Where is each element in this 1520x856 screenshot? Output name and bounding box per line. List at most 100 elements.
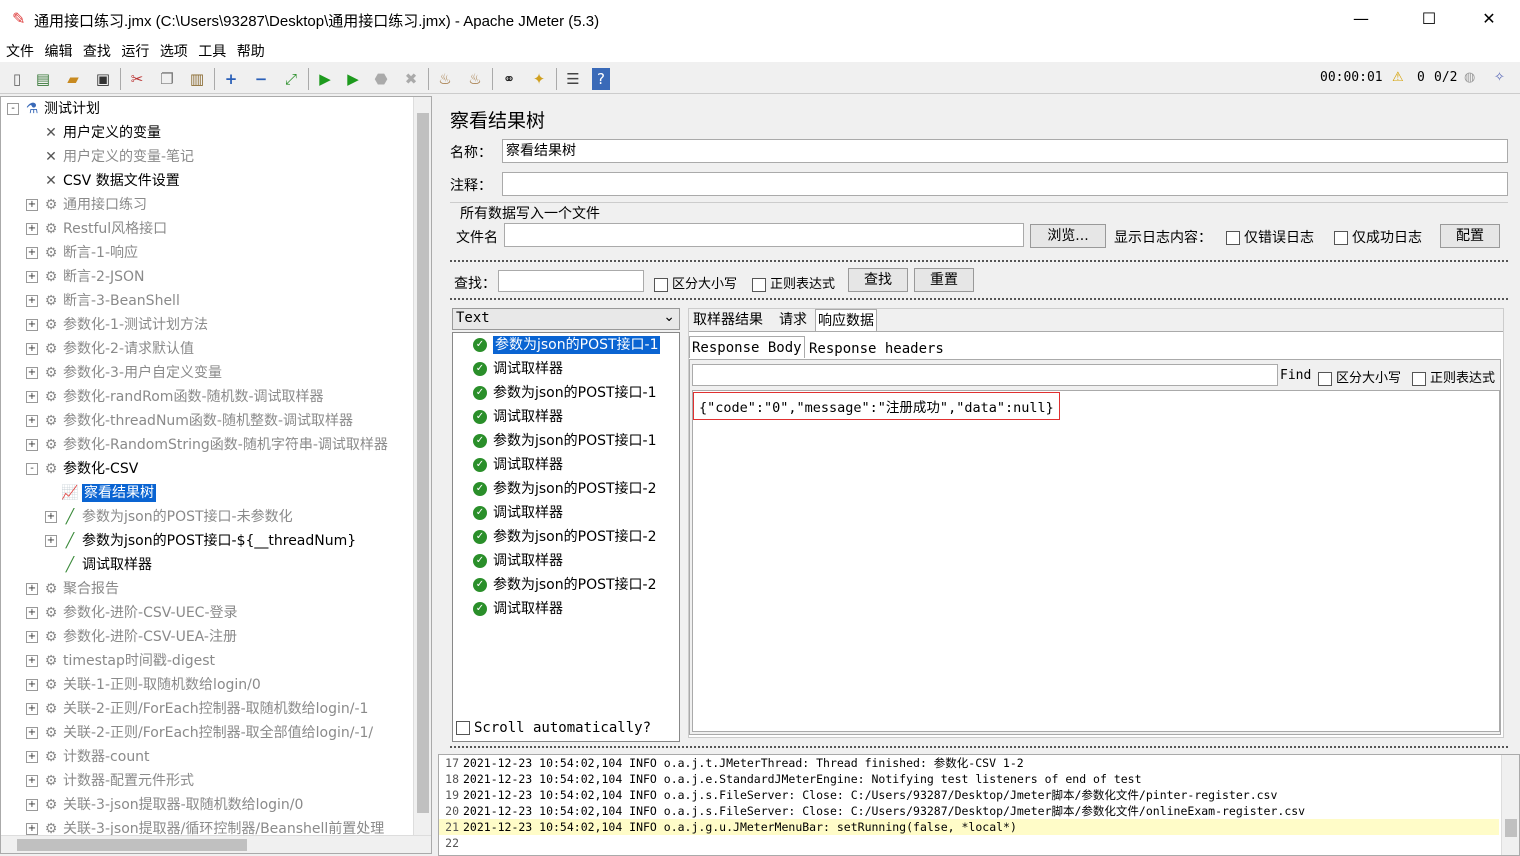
toggle-icon[interactable]: ⤢ xyxy=(280,68,302,90)
tree-toggle-icon[interactable]: + xyxy=(26,199,38,211)
menu-search[interactable]: 查找 xyxy=(77,38,111,61)
result-item[interactable]: ✓ 调试取样器 xyxy=(473,501,563,525)
tree-node[interactable]: + ⚙ 参数化-threadNum函数-随机整数-调试取样器 xyxy=(26,409,353,433)
result-item[interactable]: ✓ 参数为json的POST接口-2 xyxy=(473,477,656,501)
tree-node[interactable]: - ⚗ 测试计划 xyxy=(7,97,100,121)
tree-node[interactable]: + ⚙ 关联-2-正则/ForEach控制器-取随机数给login/-1 xyxy=(26,697,368,721)
save-icon[interactable]: ▣ xyxy=(92,68,114,90)
tree-toggle-icon[interactable]: + xyxy=(26,247,38,259)
result-item[interactable]: ✓ 调试取样器 xyxy=(473,597,563,621)
expand-icon[interactable]: + xyxy=(220,68,242,90)
tree-toggle-icon[interactable]: + xyxy=(26,727,38,739)
result-item[interactable]: ✓ 参数为json的POST接口-2 xyxy=(473,573,656,597)
configure-button[interactable]: 配置 xyxy=(1440,224,1500,248)
tree-node[interactable]: + ⚙ 计数器-配置元件形式 xyxy=(26,769,194,793)
collapse-icon[interactable]: − xyxy=(250,68,272,90)
tree-toggle-icon[interactable]: + xyxy=(26,319,38,331)
result-item[interactable]: ✓ 参数为json的POST接口-1 xyxy=(473,429,656,453)
response-case-checkbox[interactable]: 区分大小写 xyxy=(1318,367,1401,386)
tree-node[interactable]: + ⚙ 参数化-RandomString函数-随机字符串-调试取样器 xyxy=(26,433,388,457)
browse-button[interactable]: 浏览... xyxy=(1030,224,1106,248)
result-item[interactable]: ✓ 参数为json的POST接口-2 xyxy=(473,525,656,549)
tree-node[interactable]: + ⚙ 断言-1-响应 xyxy=(26,241,138,265)
tree-node[interactable]: + ⚙ 聚合报告 xyxy=(26,577,119,601)
tree-toggle-icon[interactable]: + xyxy=(26,607,38,619)
tree-node[interactable]: + ⚙ 计数器-count xyxy=(26,745,150,769)
tree-node[interactable]: + ⚙ 关联-1-正则-取随机数给login/0 xyxy=(26,673,261,697)
tree-node[interactable]: + ⚙ 关联-2-正则/ForEach控制器-取全部值给login/-1/ xyxy=(26,721,373,745)
tree-toggle-icon[interactable]: + xyxy=(26,799,38,811)
tree-node[interactable]: ✕ 用户定义的变量-笔记 xyxy=(26,145,194,169)
tree-node[interactable]: + ⚙ 参数化-1-测试计划方法 xyxy=(26,313,208,337)
copy-icon[interactable]: ❐ xyxy=(156,68,178,90)
tree-node[interactable]: + ⚙ 通用接口练习 xyxy=(26,193,147,217)
tree-node[interactable]: + ╱ 参数为json的POST接口-未参数化 xyxy=(45,505,293,529)
clear-all-icon[interactable]: ♨ xyxy=(464,68,486,90)
response-find-field[interactable] xyxy=(692,364,1278,386)
tree-toggle-icon[interactable]: + xyxy=(26,367,38,379)
tree-node[interactable]: 📈 察看结果树 xyxy=(45,481,156,505)
menu-options[interactable]: 选项 xyxy=(154,38,188,61)
splitter-3[interactable] xyxy=(450,746,1508,749)
tree-toggle-icon[interactable]: - xyxy=(26,463,38,475)
splitter[interactable] xyxy=(450,260,1508,263)
maximize-button[interactable]: ☐ xyxy=(1406,4,1452,34)
tree-toggle-icon[interactable]: + xyxy=(26,583,38,595)
tree-toggle-icon[interactable]: - xyxy=(7,103,19,115)
tree-node[interactable]: + ⚙ 参数化-进阶-CSV-UEC-登录 xyxy=(26,601,238,625)
tree-toggle-icon[interactable]: + xyxy=(26,439,38,451)
result-item[interactable]: ✓ 调试取样器 xyxy=(473,357,563,381)
search-regex-checkbox[interactable]: 正则表达式 xyxy=(752,273,835,292)
tree-toggle-icon[interactable]: + xyxy=(45,511,57,523)
start-icon[interactable]: ▶ xyxy=(314,68,336,90)
help-icon[interactable]: ? xyxy=(592,68,610,90)
tree-node[interactable]: ╱ 调试取样器 xyxy=(45,553,152,577)
tree-toggle-icon[interactable]: + xyxy=(26,823,38,835)
new-icon[interactable]: ▯ xyxy=(6,68,28,90)
tree-node[interactable]: + ⚙ 断言-3-BeanShell xyxy=(26,289,180,313)
tree-toggle-icon[interactable]: + xyxy=(26,631,38,643)
cut-icon[interactable]: ✂ xyxy=(126,68,148,90)
tree-toggle-icon[interactable]: + xyxy=(26,751,38,763)
name-field[interactable]: 察看结果树 xyxy=(502,139,1508,163)
tab-response-data[interactable]: 响应数据 xyxy=(815,309,877,331)
reset-search-icon[interactable]: ✦ xyxy=(528,68,550,90)
result-item[interactable]: ✓ 参数为json的POST接口-1 xyxy=(473,381,656,405)
result-item[interactable]: ✓ 调试取样器 xyxy=(473,549,563,573)
tree-node[interactable]: + ⚙ 参数化-3-用户自定义变量 xyxy=(26,361,222,385)
menu-run[interactable]: 运行 xyxy=(115,38,149,61)
tree-node[interactable]: ✕ 用户定义的变量 xyxy=(26,121,161,145)
tree-node[interactable]: + ⚙ timestap时间戳-digest xyxy=(26,649,215,673)
tree-vertical-scrollbar[interactable] xyxy=(413,97,431,837)
tree-node[interactable]: + ⚙ 参数化-进阶-CSV-UEA-注册 xyxy=(26,625,237,649)
filename-field[interactable] xyxy=(504,223,1024,247)
menu-help[interactable]: 帮助 xyxy=(231,38,265,61)
search-field[interactable] xyxy=(498,270,644,292)
menu-tools[interactable]: 工具 xyxy=(192,38,226,61)
errors-only-checkbox[interactable]: 仅错误日志 xyxy=(1226,227,1314,247)
close-button[interactable]: ✕ xyxy=(1466,4,1512,34)
splitter-2[interactable] xyxy=(450,298,1508,301)
paste-icon[interactable]: ▥ xyxy=(186,68,208,90)
tree-toggle-icon[interactable]: + xyxy=(26,391,38,403)
search-icon[interactable]: ⚭ xyxy=(498,68,520,90)
tree-toggle-icon[interactable]: + xyxy=(26,223,38,235)
success-only-checkbox[interactable]: 仅成功日志 xyxy=(1334,227,1422,247)
result-item[interactable]: ✓ 参数为json的POST接口-1 xyxy=(473,333,661,357)
templates-icon[interactable]: ▤ xyxy=(32,68,54,90)
start-no-pause-icon[interactable]: ▶ xyxy=(342,68,364,90)
minimize-button[interactable]: — xyxy=(1338,4,1384,34)
tree-toggle-icon[interactable]: + xyxy=(26,343,38,355)
tab-sampler-result[interactable]: 取样器结果 xyxy=(691,309,765,331)
open-icon[interactable]: ▰ xyxy=(62,68,84,90)
tree-node[interactable]: + ⚙ 参数化-2-请求默认值 xyxy=(26,337,194,361)
tree-horizontal-scrollbar[interactable] xyxy=(1,835,431,853)
response-find-label[interactable]: Find xyxy=(1280,368,1311,383)
search-case-checkbox[interactable]: 区分大小写 xyxy=(654,273,737,292)
tree-node[interactable]: + ⚙ Restful风格接口 xyxy=(26,217,167,241)
tree-node[interactable]: - ⚙ 参数化-CSV xyxy=(26,457,138,481)
tree-node[interactable]: + ⚙ 关联-3-json提取器-取随机数给login/0 xyxy=(26,793,303,817)
tree-toggle-icon[interactable]: + xyxy=(26,295,38,307)
response-regex-checkbox[interactable]: 正则表达式 xyxy=(1412,367,1495,386)
tree-toggle-icon[interactable]: + xyxy=(45,535,57,547)
